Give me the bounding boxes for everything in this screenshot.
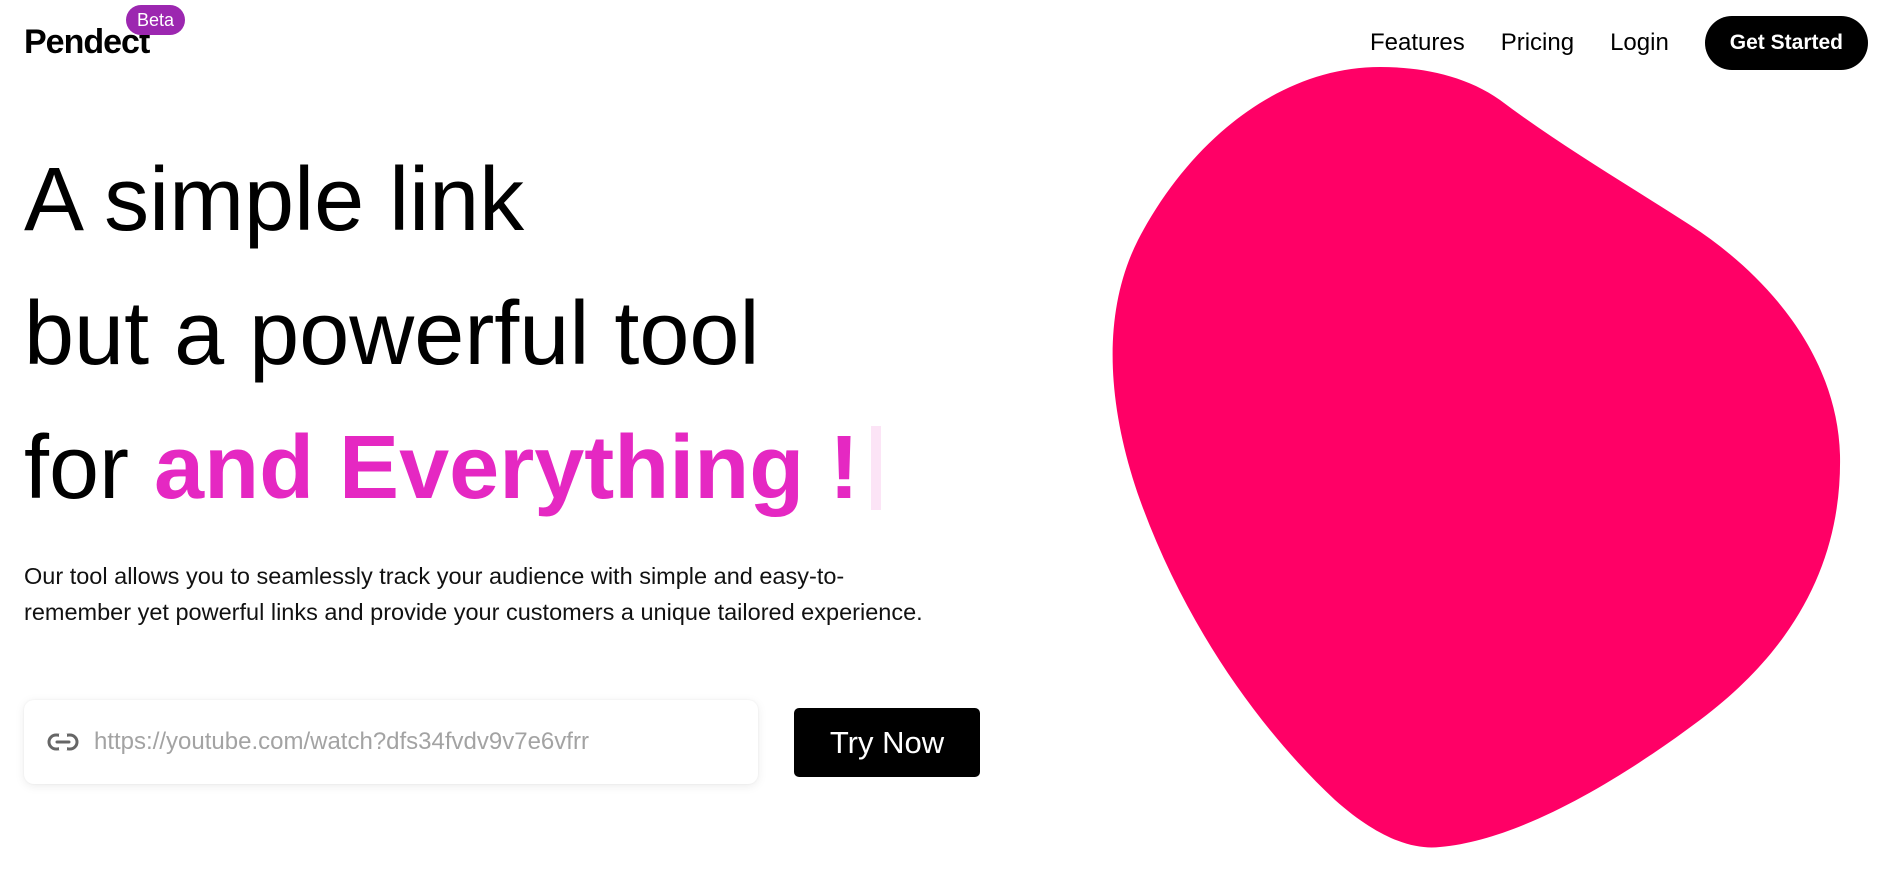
link-icon	[46, 730, 80, 754]
headline-highlight: and Everything !	[154, 418, 860, 518]
headline-line-3: for and Everything !	[24, 400, 882, 536]
url-input-container	[24, 700, 758, 784]
brand-logo[interactable]: Pendect Beta	[24, 5, 186, 62]
headline-line-1: A simple link	[24, 150, 525, 250]
hero-description: Our tool allows you to seamlessly track …	[24, 563, 923, 625]
url-input[interactable]	[92, 721, 736, 763]
try-now-button[interactable]: Try Now	[794, 708, 980, 777]
landing-page: Pendect Beta Features Pricing Login Get …	[0, 0, 1882, 882]
typing-cursor	[871, 426, 882, 510]
hero-headline: A simple link but a powerful tool for an…	[24, 134, 882, 536]
beta-badge: Beta	[126, 5, 186, 35]
headline-line-2: but a powerful tool	[24, 284, 760, 384]
pink-blob-shape	[1112, 67, 1841, 848]
blob-path	[1112, 67, 1841, 848]
headline-line-3-prefix: for	[24, 418, 155, 518]
